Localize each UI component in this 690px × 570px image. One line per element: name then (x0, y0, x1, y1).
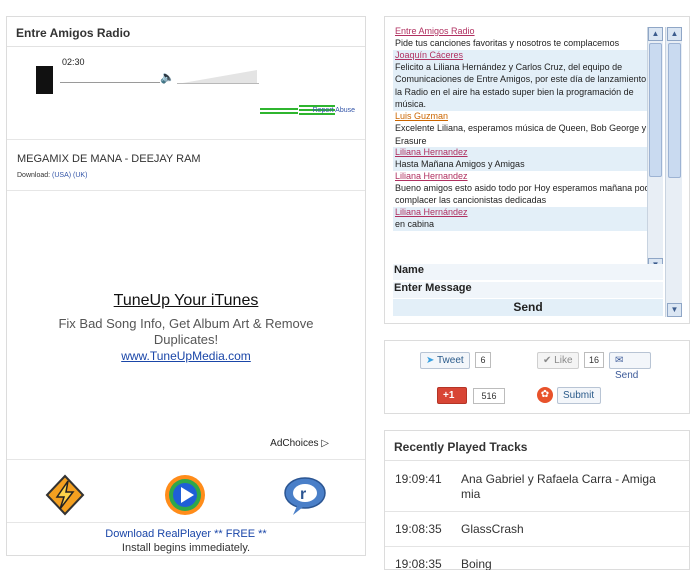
tweet-count: 6 (475, 352, 491, 368)
track-time: 19:09:41 (395, 472, 442, 486)
track-row: 19:08:35 GlassCrash (385, 512, 689, 547)
chat-message: Joaquín Cáceres Felicito a Liliana Hernán… (393, 49, 663, 111)
tweet-label: Tweet (437, 355, 464, 366)
svg-text:r: r (300, 486, 306, 503)
submit-button[interactable]: Submit (557, 387, 601, 404)
track-name: Ana Gabriel y Rafaela Carra - Amiga mia (461, 472, 656, 501)
thumbs-up-icon: ✔ (543, 355, 552, 366)
track-name: Boing (461, 557, 492, 570)
download-links: Download: (USA) (UK) (17, 172, 87, 179)
track-name: GlassCrash (461, 522, 524, 536)
download-label: Download: (17, 172, 51, 179)
time-display: 02:30 (62, 57, 85, 67)
download-realplayer-link[interactable]: Download RealPlayer ** FREE ** (7, 528, 365, 540)
track-time: 19:08:35 (395, 557, 442, 570)
chat-message-text: en cabina (395, 218, 435, 229)
chat-message-text: Pide tus canciones favoritas y nosotros … (395, 38, 620, 48)
chat-message: Luis Guzman Excelente Liliana, esperamos … (393, 111, 663, 147)
chat-message: Liliana Hernandez Hasta Mañana Amigos y A… (393, 147, 663, 171)
stumbleupon-icon[interactable]: ✿ (537, 387, 553, 403)
download-usa-link[interactable]: (USA) (52, 172, 71, 179)
winamp-icon[interactable] (43, 473, 87, 517)
tweet-button[interactable]: ➤ Tweet (420, 352, 470, 369)
chat-message-text: Bueno amigos esto asido todo por Hoy esp… (395, 182, 658, 206)
chat-messages: Entre Amigos Radio Pide tus canciones fav… (393, 26, 663, 271)
chat-message-text: Hasta Mañana Amigos y Amigas (395, 159, 525, 170)
scroll-up-icon[interactable]: ▲ (648, 27, 663, 41)
report-abuse-link[interactable]: Report Abuse (313, 107, 355, 114)
chat-message: Liliana Hernandez Bueno amigos esto asido… (393, 171, 663, 207)
realplayer-icon[interactable]: r (283, 473, 327, 517)
chat-username-link[interactable]: Entre Amigos Radio (394, 26, 662, 37)
gplus-count: 516 (473, 388, 505, 404)
chat-username-link[interactable]: Joaquín Cáceres (394, 50, 662, 61)
scroll-up-icon[interactable]: ▲ (667, 27, 682, 41)
like-button[interactable]: ✔ Like (537, 352, 579, 369)
radio-player-panel: Entre Amigos Radio 02:30 🔈 Report Abuse … (6, 16, 366, 556)
shoutbox-panel: Entre Amigos Radio Pide tus canciones fav… (384, 16, 690, 324)
message-field[interactable]: Enter Message (393, 282, 663, 298)
audio-player: 02:30 🔈 Report Abuse (7, 48, 365, 140)
speaker-icon[interactable]: 🔈 (160, 70, 175, 84)
now-playing: MEGAMIX DE MANA - DEEJAY RAM Download: (… (7, 141, 365, 191)
level-meter-bar (260, 112, 298, 114)
recently-played-panel: Recently Played Tracks 19:09:41 Ana Gabri… (384, 430, 690, 570)
like-count: 16 (584, 352, 604, 368)
chat-message-text: Excelente Liliana, esperamos música de Q… (395, 122, 647, 146)
chat-message: Liliana Hernández en cabina (393, 206, 663, 231)
ad-description: Fix Bad Song Info, Get Album Art & Remov… (58, 316, 314, 347)
panel-title: Entre Amigos Radio (7, 17, 365, 47)
adchoices-link[interactable]: AdChoices ▷ (270, 438, 329, 449)
windows-media-player-icon[interactable] (163, 473, 207, 517)
download-uk-link[interactable]: (UK) (73, 172, 87, 179)
chat-username-link[interactable]: Liliana Hernandez (394, 171, 662, 182)
install-note: Install begins immediately. (121, 542, 251, 554)
adchoices-icon: ▷ (321, 438, 329, 449)
scroll-down-icon[interactable]: ▼ (667, 303, 682, 317)
social-share-panel: ➤ Tweet 6 ✔ Like 16 ✉ Send +1 516 ✿ Subm… (384, 340, 690, 414)
google-plus-one-button[interactable]: +1 (437, 387, 467, 404)
play-stop-button[interactable] (36, 66, 53, 94)
name-field[interactable]: Name (393, 264, 663, 280)
gplus-label: +1 (443, 390, 455, 401)
scroll-thumb[interactable] (668, 43, 681, 178)
fb-send-label: Send (615, 370, 639, 381)
level-meter-bar (260, 108, 298, 110)
chat-username-link[interactable]: Luis Guzman (394, 111, 662, 122)
recently-played-title: Recently Played Tracks (385, 431, 689, 461)
seek-bar[interactable] (60, 82, 160, 83)
track-row: 19:09:41 Ana Gabriel y Rafaela Carra - Am… (385, 462, 689, 512)
song-title: MEGAMIX DE MANA - DEEJAY RAM (17, 153, 201, 165)
advertisement: TuneUp Your iTunes Fix Bad Song Info, Ge… (7, 192, 365, 460)
panel-scrollbar[interactable]: ▲ ▼ (665, 27, 682, 317)
send-icon: ✉ (615, 355, 624, 366)
scroll-thumb[interactable] (649, 43, 662, 177)
track-row: 19:08:35 Boing (385, 547, 689, 570)
chat-username-link[interactable]: Liliana Hernandez (394, 147, 662, 158)
realplayer-promo: Download RealPlayer ** FREE ** Install b… (7, 524, 365, 557)
chat-message-text: Felicito a Liliana Hernández y Carlos Cr… (395, 61, 659, 110)
volume-track (177, 83, 259, 84)
track-time: 19:08:35 (395, 522, 442, 536)
adchoices-label: AdChoices (270, 438, 319, 449)
chat-username-link[interactable]: Liliana Hernández (394, 207, 662, 218)
chat-scrollbar[interactable]: ▲ ▼ (647, 27, 663, 272)
send-button[interactable]: Send (393, 299, 663, 316)
volume-slider[interactable] (177, 70, 257, 84)
player-links: r (7, 461, 365, 523)
ad-title-link[interactable]: TuneUp Your iTunes (7, 292, 365, 310)
ad-url-link[interactable]: www.TuneUpMedia.com (7, 349, 365, 363)
chat-message: Entre Amigos Radio Pide tus canciones fav… (393, 26, 663, 50)
like-label: Like (554, 355, 573, 366)
twitter-icon: ➤ (426, 355, 435, 366)
fb-send-button[interactable]: ✉ Send (609, 352, 651, 381)
